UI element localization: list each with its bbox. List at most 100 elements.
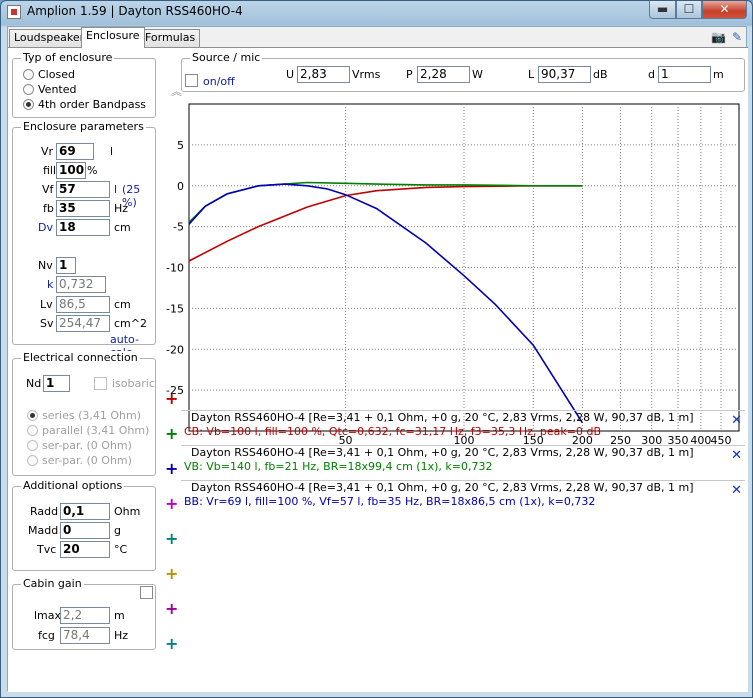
k-label: k bbox=[47, 278, 54, 291]
radd-label: Radd bbox=[30, 505, 59, 518]
nv-label: Nv bbox=[38, 259, 53, 272]
vf-input[interactable]: 57 bbox=[56, 181, 110, 198]
fill-input[interactable]: 100 bbox=[56, 162, 86, 179]
source-mic-group: Source / mic on/off U 2,83 Vrms P 2,28 W… bbox=[181, 51, 745, 92]
remove-result-icon[interactable]: ✕ bbox=[731, 483, 742, 498]
add-result-button[interactable]: + bbox=[165, 531, 178, 547]
radd-unit: Ohm bbox=[114, 505, 141, 518]
remove-result-icon[interactable]: ✕ bbox=[731, 448, 742, 463]
radio-closed[interactable]: Closed bbox=[23, 68, 75, 81]
app-icon bbox=[7, 5, 21, 19]
vf-label: Vf bbox=[42, 183, 54, 196]
enclosure-params-group: Enclosure parameters Vr 69 l fill 100 % … bbox=[12, 120, 156, 359]
p-label: P bbox=[406, 68, 413, 81]
result-header: Dayton RSS460HO-4 [Re=3,41 + 0,1 Ohm, +0… bbox=[191, 481, 694, 494]
nd-label: Nd bbox=[26, 377, 42, 390]
minimize-button[interactable]: ▬ bbox=[649, 1, 676, 19]
d-label: d bbox=[648, 68, 655, 81]
radio-series[interactable]: series (3,41 Ohm) bbox=[27, 409, 141, 422]
sv-label: Sv bbox=[40, 317, 54, 330]
radio-vented[interactable]: Vented bbox=[23, 83, 76, 96]
vf-unit: l bbox=[114, 183, 118, 196]
result-row: Dayton RSS460HO-4 [Re=3,41 + 0,1 Ohm, +0… bbox=[181, 410, 745, 440]
radio-parallel[interactable]: parallel (3,41 Ohm) bbox=[27, 424, 149, 437]
result-detail: BB: Vr=69 l, fill=100 %, Vf=57 l, fb=35 … bbox=[184, 495, 596, 508]
close-button[interactable]: ✕ bbox=[702, 1, 747, 19]
plot-area bbox=[188, 103, 740, 432]
radd-input[interactable]: 0,1 bbox=[60, 503, 110, 520]
k-value: 0,732 bbox=[56, 276, 106, 293]
fcg-label: fcg bbox=[38, 629, 55, 642]
enclosure-params-legend: Enclosure parameters bbox=[21, 120, 146, 133]
electrical-legend: Electrical connection bbox=[21, 351, 140, 364]
l-input[interactable]: 90,37 bbox=[538, 66, 591, 83]
tab-bar: Loudspeaker Enclosure Formulas 📷 ✎ bbox=[8, 27, 748, 48]
add-result-button[interactable]: + bbox=[165, 636, 178, 652]
u-label: U bbox=[286, 68, 295, 81]
tab-enclosure[interactable]: Enclosure bbox=[81, 27, 145, 48]
dv-input[interactable]: 18 bbox=[56, 219, 110, 236]
client-area: Loudspeaker Enclosure Formulas 📷 ✎ Typ of… bbox=[7, 26, 748, 692]
result-detail: CB: Vb=100 l, fill=100 %, Qtc=0,632, fc=… bbox=[184, 425, 601, 438]
lmax-unit: m bbox=[114, 609, 125, 622]
y-tick-label: 5 bbox=[177, 139, 184, 152]
tvc-input[interactable]: 20 bbox=[60, 541, 110, 558]
y-tick-label: -10 bbox=[166, 262, 184, 275]
source-onoff-label: on/off bbox=[203, 75, 235, 88]
add-result-button[interactable]: + bbox=[165, 566, 178, 582]
cabin-gain-legend: Cabin gain bbox=[21, 577, 84, 590]
sv-unit: cm^2 bbox=[114, 317, 147, 330]
camera-icon[interactable]: 📷 bbox=[711, 30, 726, 44]
additional-group: Additional options Radd 0,1 Ohm Madd 0 g… bbox=[12, 479, 156, 571]
source-onoff-checkbox[interactable] bbox=[185, 74, 198, 87]
u-input[interactable]: 2,83 bbox=[297, 66, 350, 83]
p-input[interactable]: 2,28 bbox=[417, 66, 470, 83]
fill-label: fill bbox=[43, 164, 57, 177]
dv-label: Dv bbox=[38, 221, 53, 234]
d-unit: m bbox=[713, 68, 724, 81]
radio-vented-circle[interactable] bbox=[23, 84, 34, 95]
window-title: Amplion 1.59 | Dayton RSS460HO-4 bbox=[27, 4, 243, 18]
tvc-unit: °C bbox=[114, 543, 128, 556]
lmax-label: lmax bbox=[34, 609, 62, 622]
remove-result-icon[interactable]: ✕ bbox=[731, 413, 742, 428]
result-row: Dayton RSS460HO-4 [Re=3,41 + 0,1 Ohm, +0… bbox=[181, 480, 745, 510]
radio-ser-par-2[interactable]: ser-par. (0 Ohm) bbox=[27, 454, 132, 467]
lv-unit: cm bbox=[114, 298, 131, 311]
radio-closed-circle[interactable] bbox=[23, 69, 34, 80]
nv-input[interactable]: 1 bbox=[56, 257, 76, 274]
add-result-button[interactable]: + bbox=[165, 426, 178, 442]
add-result-button[interactable]: + bbox=[165, 601, 178, 617]
result-header: Dayton RSS460HO-4 [Re=3,41 + 0,1 Ohm, +0… bbox=[191, 446, 694, 459]
radio-ser-par-1[interactable]: ser-par. (0 Ohm) bbox=[27, 439, 132, 452]
madd-input[interactable]: 0 bbox=[60, 522, 110, 539]
nd-input[interactable]: 1 bbox=[43, 375, 70, 392]
fill-unit: % bbox=[87, 164, 98, 177]
fb-unit: Hz bbox=[114, 202, 129, 215]
pin-icon[interactable]: ✎ bbox=[732, 30, 742, 44]
enclosure-type-group: Typ of enclosure Closed Vented 4th order… bbox=[12, 51, 156, 118]
tab-loudspeaker[interactable]: Loudspeaker bbox=[9, 29, 90, 47]
lv-value: 86,5 bbox=[56, 296, 110, 313]
tab-formulas[interactable]: Formulas bbox=[140, 29, 201, 47]
radio-bandpass[interactable]: 4th order Bandpass bbox=[23, 98, 146, 111]
maximize-button[interactable]: ☐ bbox=[676, 1, 702, 19]
l-unit: dB bbox=[593, 68, 608, 81]
result-header: Dayton RSS460HO-4 [Re=3,41 + 0,1 Ohm, +0… bbox=[191, 411, 694, 424]
fb-input[interactable]: 35 bbox=[56, 200, 110, 217]
add-result-button[interactable]: + bbox=[165, 391, 178, 407]
p-unit: W bbox=[472, 68, 483, 81]
radio-bandpass-circle[interactable] bbox=[23, 99, 34, 110]
add-result-button[interactable]: + bbox=[165, 496, 178, 512]
additional-legend: Additional options bbox=[21, 479, 125, 492]
lmax-value: 2,2 bbox=[60, 607, 110, 624]
sv-value: 254,47 bbox=[56, 315, 110, 332]
madd-label: Madd bbox=[28, 524, 59, 537]
isobaric-checkbox[interactable] bbox=[94, 377, 107, 390]
cabin-gain-checkbox[interactable] bbox=[140, 586, 153, 599]
enclosure-type-legend: Typ of enclosure bbox=[21, 51, 115, 64]
add-result-button[interactable]: + bbox=[165, 461, 178, 477]
vr-input[interactable]: 69 bbox=[56, 143, 94, 160]
y-tick-label: 0 bbox=[177, 180, 184, 193]
d-input[interactable]: 1 bbox=[658, 66, 711, 83]
